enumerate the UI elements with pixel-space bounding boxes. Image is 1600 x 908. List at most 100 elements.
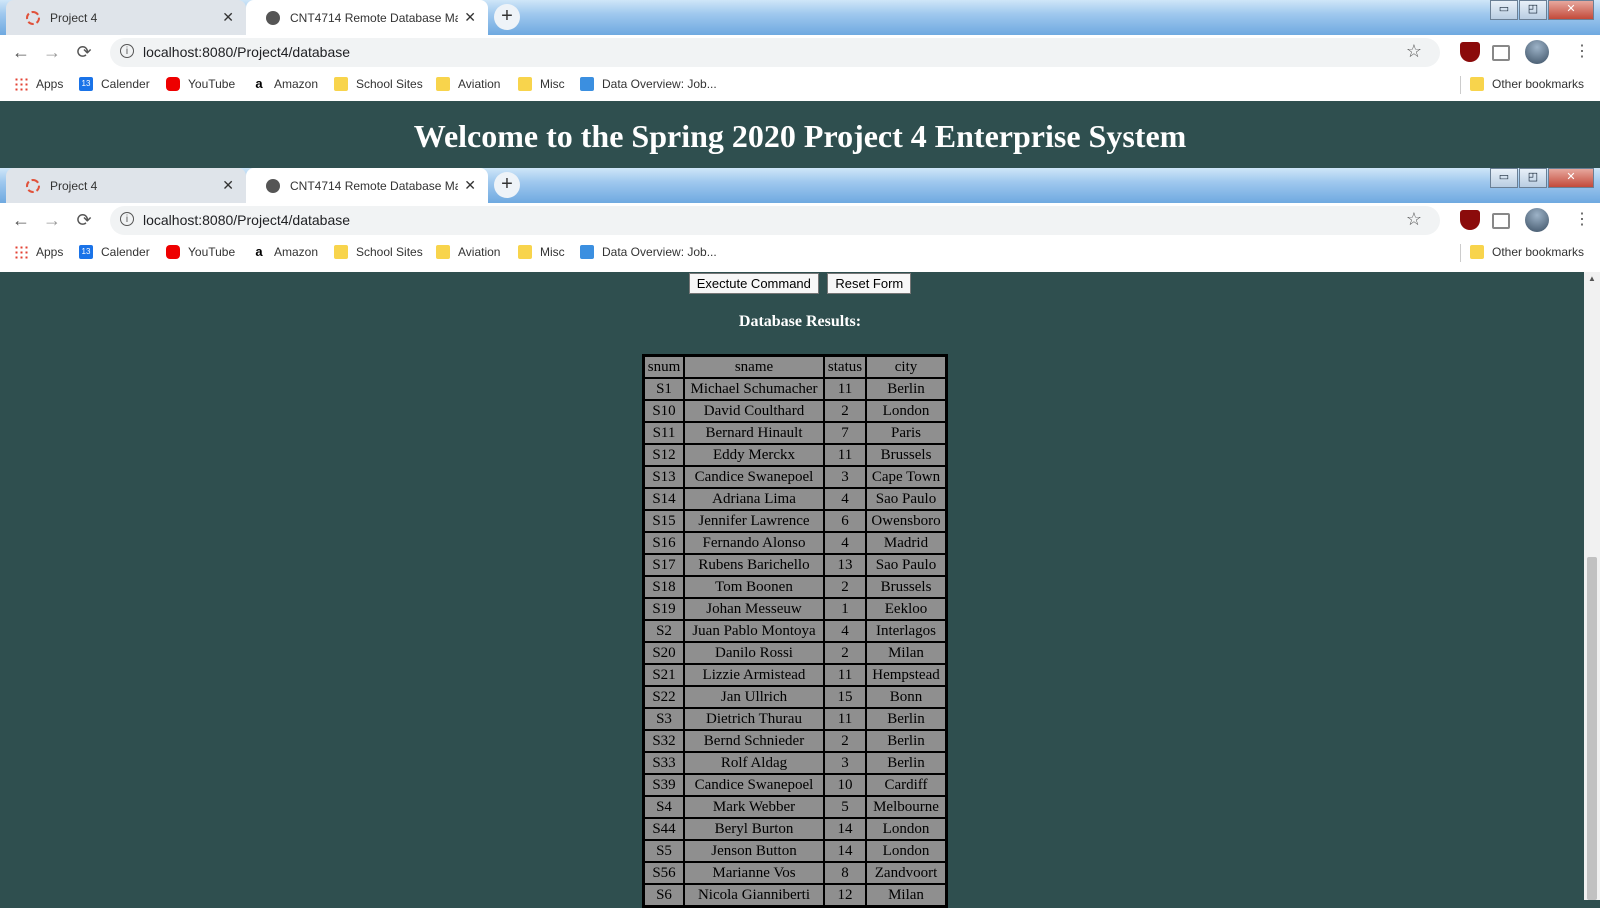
cell-sname: Johan Messeuw xyxy=(684,598,824,620)
minimize-button[interactable]: ▭ xyxy=(1490,168,1518,188)
cell-snum: S6 xyxy=(644,884,684,906)
address-bar[interactable]: i localhost:8080/Project4/database ☆ xyxy=(110,38,1440,67)
cell-sname: Rolf Aldag xyxy=(684,752,824,774)
bookmark-misc[interactable]: Misc xyxy=(518,245,565,259)
bookmark-amazon[interactable]: a Amazon xyxy=(252,244,318,260)
cell-status: 14 xyxy=(824,818,866,840)
folder-icon xyxy=(1470,77,1484,91)
bookmark-label: Misc xyxy=(540,245,565,259)
cell-snum: S39 xyxy=(644,774,684,796)
bookmark-other[interactable]: Other bookmarks xyxy=(1470,245,1584,259)
window-close-button[interactable]: ✕ xyxy=(1548,168,1594,188)
bookmark-aviation[interactable]: Aviation xyxy=(436,245,500,259)
table-row: S4 Mark Webber 5 Melbourne xyxy=(644,796,946,818)
ublock-extension-icon[interactable] xyxy=(1460,42,1480,62)
tab-project4[interactable]: Project 4 ✕ xyxy=(6,0,246,35)
bookmark-amazon[interactable]: a Amazon xyxy=(252,77,318,92)
table-row: S16 Fernando Alonso 4 Madrid xyxy=(644,532,946,554)
forward-button[interactable]: → xyxy=(41,209,63,231)
ublock-extension-icon[interactable] xyxy=(1460,210,1480,230)
results-table: snum sname status city S1 Michael Schumac… xyxy=(642,354,948,908)
bookmark-calender[interactable]: 13 Calender xyxy=(79,245,150,259)
amazon-icon: a xyxy=(255,244,263,259)
close-icon[interactable]: ✕ xyxy=(464,177,476,194)
tab-label: Project 4 xyxy=(50,178,98,193)
table-row: S44 Beryl Burton 14 London xyxy=(644,818,946,840)
table-row: S6 Nicola Gianniberti 12 Milan xyxy=(644,884,946,906)
cell-status: 13 xyxy=(824,554,866,576)
forward-button[interactable]: → xyxy=(41,41,63,63)
bookmark-data-overview[interactable]: Data Overview: Job... xyxy=(580,245,717,259)
bookmark-school-sites[interactable]: School Sites xyxy=(334,245,423,259)
reload-button[interactable]: ⟳ xyxy=(73,41,95,63)
cell-snum: S13 xyxy=(644,466,684,488)
profile-avatar[interactable] xyxy=(1525,208,1549,232)
close-icon[interactable]: ✕ xyxy=(222,177,234,194)
bookmark-label: Data Overview: Job... xyxy=(602,245,717,259)
restore-button[interactable]: ◰ xyxy=(1519,0,1547,20)
calendar-icon: 13 xyxy=(79,77,93,91)
bookmark-separator xyxy=(1460,76,1461,94)
bookmark-calender[interactable]: 13 Calender xyxy=(79,77,150,91)
table-row: S22 Jan Ullrich 15 Bonn xyxy=(644,686,946,708)
table-row: S12 Eddy Merckx 11 Brussels xyxy=(644,444,946,466)
reload-button[interactable]: ⟳ xyxy=(73,209,95,231)
reset-form-button[interactable]: Reset Form xyxy=(827,273,912,294)
tab-project4[interactable]: Project 4 ✕ xyxy=(6,168,246,203)
cast-extension-icon[interactable] xyxy=(1492,213,1510,229)
bookmark-other[interactable]: Other bookmarks xyxy=(1470,77,1584,91)
browser-menu-icon[interactable]: ⋮ xyxy=(1574,209,1590,229)
minimize-button[interactable]: ▭ xyxy=(1490,0,1518,20)
close-icon[interactable]: ✕ xyxy=(464,9,476,26)
bookmark-youtube[interactable]: YouTube xyxy=(166,245,235,259)
new-tab-button[interactable]: + xyxy=(494,172,520,198)
bookmark-school-sites[interactable]: School Sites xyxy=(334,77,423,91)
close-icon[interactable]: ✕ xyxy=(222,9,234,26)
table-row: S39 Candice Swanepoel 10 Cardiff xyxy=(644,774,946,796)
cell-sname: Mark Webber xyxy=(684,796,824,818)
back-button[interactable]: ← xyxy=(10,209,32,231)
cell-city: Berlin xyxy=(866,378,946,400)
scroll-up-arrow-icon[interactable]: ▲ xyxy=(1588,274,1596,283)
bookmark-misc[interactable]: Misc xyxy=(518,77,565,91)
tab-remote-database[interactable]: CNT4714 Remote Database Man ✕ xyxy=(246,0,488,35)
bookmark-youtube[interactable]: YouTube xyxy=(166,77,235,91)
cell-city: Milan xyxy=(866,884,946,906)
folder-icon xyxy=(518,245,532,259)
bookmark-apps[interactable]: Apps xyxy=(14,245,63,259)
column-header-snum: snum xyxy=(644,356,684,378)
cell-status: 2 xyxy=(824,576,866,598)
bookmark-star-icon[interactable]: ☆ xyxy=(1406,209,1422,230)
bookmark-aviation[interactable]: Aviation xyxy=(436,77,500,91)
back-button[interactable]: ← xyxy=(10,41,32,63)
cell-status: 6 xyxy=(824,510,866,532)
folder-icon xyxy=(436,245,450,259)
folder-icon xyxy=(436,77,450,91)
address-bar[interactable]: i localhost:8080/Project4/database ☆ xyxy=(110,206,1440,235)
scrollbar-thumb[interactable] xyxy=(1587,557,1597,900)
page-scrollbar[interactable]: ▲ xyxy=(1584,272,1600,900)
tab-label: CNT4714 Remote Database Man xyxy=(290,10,459,25)
bookmark-label: School Sites xyxy=(356,77,423,91)
cell-status: 11 xyxy=(824,708,866,730)
window-close-button[interactable]: ✕ xyxy=(1548,0,1594,20)
cell-city: Owensboro xyxy=(866,510,946,532)
info-icon[interactable]: i xyxy=(120,212,134,226)
bookmark-label: Apps xyxy=(36,245,64,259)
cell-snum: S1 xyxy=(644,378,684,400)
info-icon[interactable]: i xyxy=(120,44,134,58)
cast-extension-icon[interactable] xyxy=(1492,45,1510,61)
window-controls: ▭ ◰ ✕ xyxy=(1489,168,1594,188)
execute-command-button[interactable]: Exectute Command xyxy=(688,273,819,294)
bookmark-apps[interactable]: Apps xyxy=(14,77,63,91)
bookmark-data-overview[interactable]: Data Overview: Job... xyxy=(580,77,717,91)
browser-menu-icon[interactable]: ⋮ xyxy=(1574,41,1590,61)
cell-city: London xyxy=(866,818,946,840)
profile-avatar[interactable] xyxy=(1525,40,1549,64)
bookmark-label: Apps xyxy=(36,77,64,91)
bookmark-star-icon[interactable]: ☆ xyxy=(1406,41,1422,62)
new-tab-button[interactable]: + xyxy=(494,4,520,30)
tab-remote-database[interactable]: CNT4714 Remote Database Man ✕ xyxy=(246,168,488,203)
cell-sname: Juan Pablo Montoya xyxy=(684,620,824,642)
restore-button[interactable]: ◰ xyxy=(1519,168,1547,188)
